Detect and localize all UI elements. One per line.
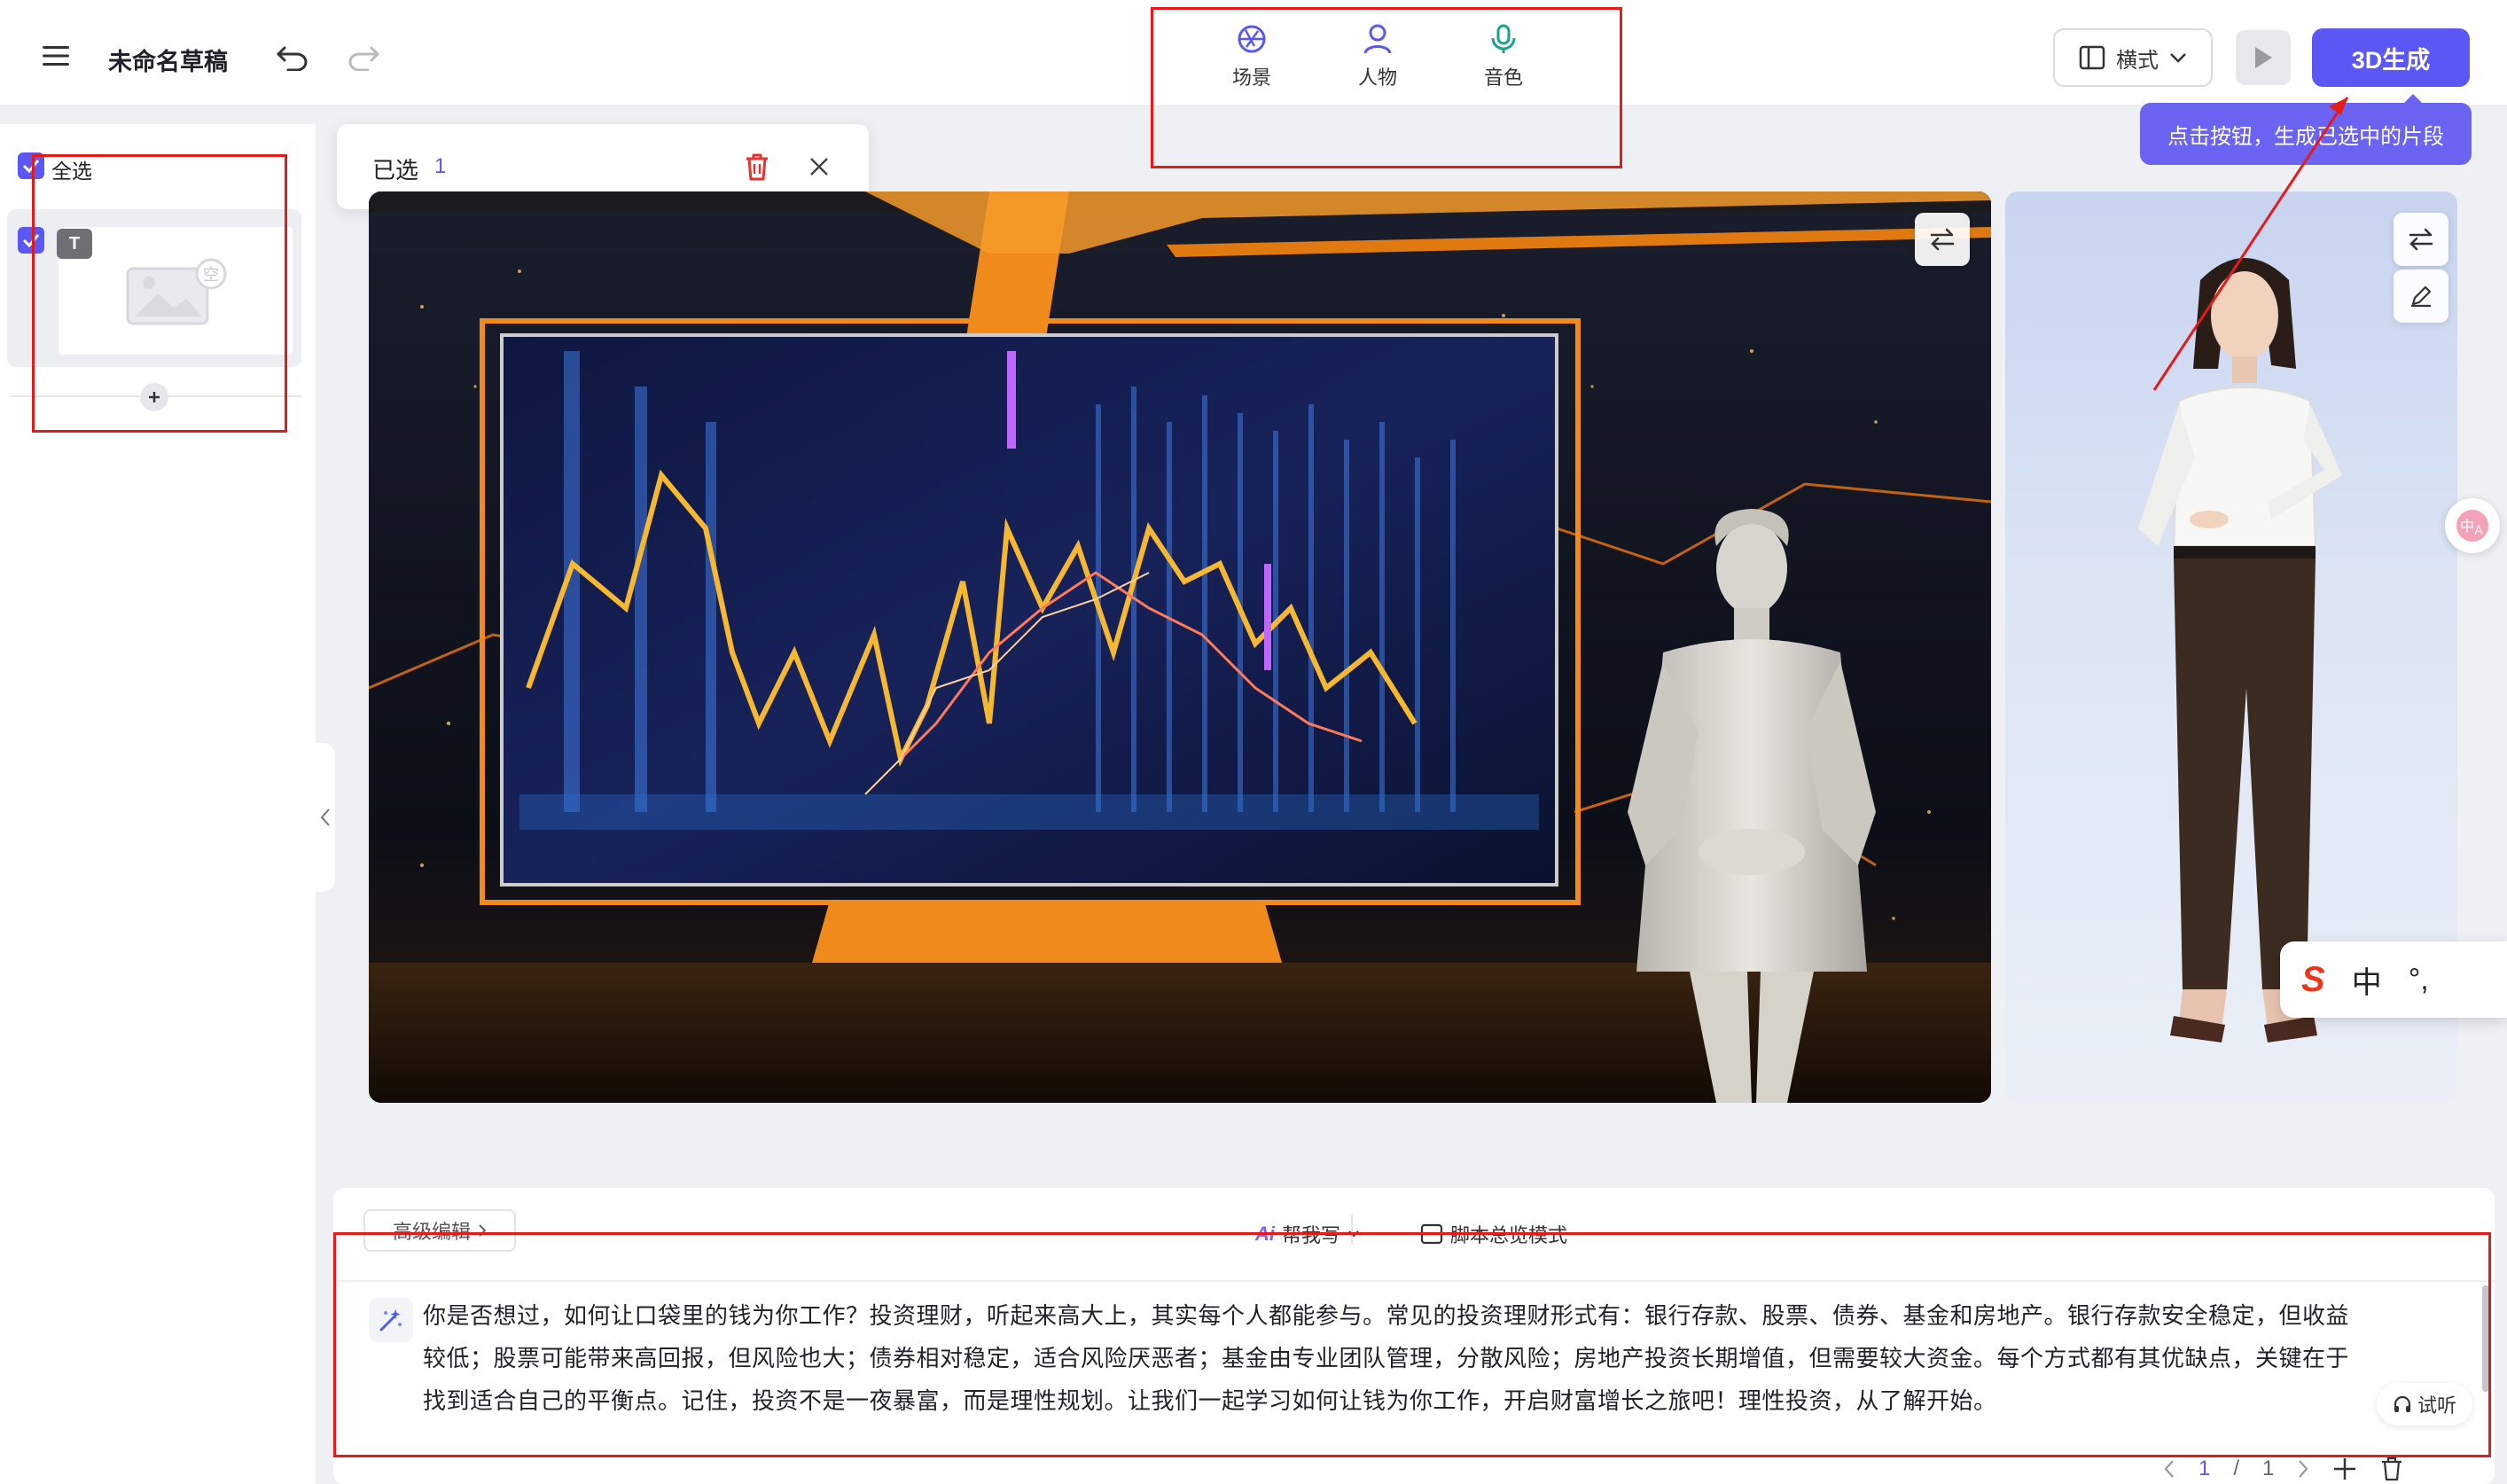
pencil-icon — [2411, 285, 2432, 308]
translate-button[interactable]: 中A — [2445, 498, 2500, 553]
document-title[interactable]: 未命名草稿 — [108, 43, 228, 77]
pager-total: 1 — [2262, 1457, 2275, 1480]
trash-icon[interactable] — [2380, 1457, 2403, 1481]
ime-toolbar: S 中 °, — [2280, 941, 2507, 1018]
play-button[interactable] — [2236, 30, 2291, 85]
undo-icon[interactable] — [271, 35, 314, 78]
selection-count: 1 — [434, 154, 447, 178]
chevron-left-icon[interactable] — [2163, 1458, 2175, 1480]
menu-icon[interactable] — [35, 35, 76, 76]
selection-label: 已选 — [372, 157, 419, 184]
annotation-box-script — [333, 1232, 2491, 1457]
annotation-box-top-tabs — [1151, 7, 1622, 168]
pager-current: 1 — [2199, 1457, 2211, 1480]
trash-icon — [746, 153, 768, 181]
generate-3d-button[interactable]: 3D生成 — [2312, 28, 2470, 87]
orientation-select[interactable]: 横式 — [2053, 28, 2213, 87]
segment-pager: 1 / 1 — [2163, 1454, 2495, 1484]
ime-logo-icon[interactable]: S — [2301, 960, 2325, 1000]
delete-selected-button[interactable] — [739, 149, 775, 184]
swap-character-button[interactable] — [2394, 213, 2448, 266]
edit-character-button[interactable] — [2394, 269, 2448, 323]
swap-icon — [1930, 228, 1955, 251]
pager-separator: / — [2233, 1457, 2240, 1480]
redo-icon[interactable] — [342, 35, 385, 78]
annotation-box-segment — [32, 154, 287, 433]
collapse-panel-handle[interactable] — [316, 743, 335, 892]
studio-scene-image — [369, 191, 1991, 1103]
play-icon — [2255, 47, 2272, 68]
swap-icon — [2409, 228, 2433, 251]
chevron-right-icon[interactable] — [2297, 1458, 2309, 1480]
close-icon — [810, 158, 828, 176]
scene-canvas[interactable] — [369, 191, 1991, 1103]
svg-text:A: A — [2474, 524, 2483, 538]
annotation-arrow — [2152, 97, 2349, 391]
ime-language-toggle[interactable]: 中 — [2352, 958, 2382, 1002]
chevron-down-icon — [2170, 53, 2186, 63]
plus-icon[interactable] — [2332, 1457, 2357, 1481]
svg-text:中: 中 — [2460, 518, 2474, 535]
chevron-left-icon — [320, 808, 330, 826]
orientation-label: 横式 — [2116, 48, 2159, 73]
layout-icon — [2079, 45, 2105, 70]
swap-scene-button[interactable] — [1915, 213, 1970, 266]
translate-icon: 中A — [2456, 510, 2488, 542]
close-popup-button[interactable] — [801, 149, 837, 184]
ime-punctuation-toggle[interactable]: °, — [2409, 963, 2429, 997]
